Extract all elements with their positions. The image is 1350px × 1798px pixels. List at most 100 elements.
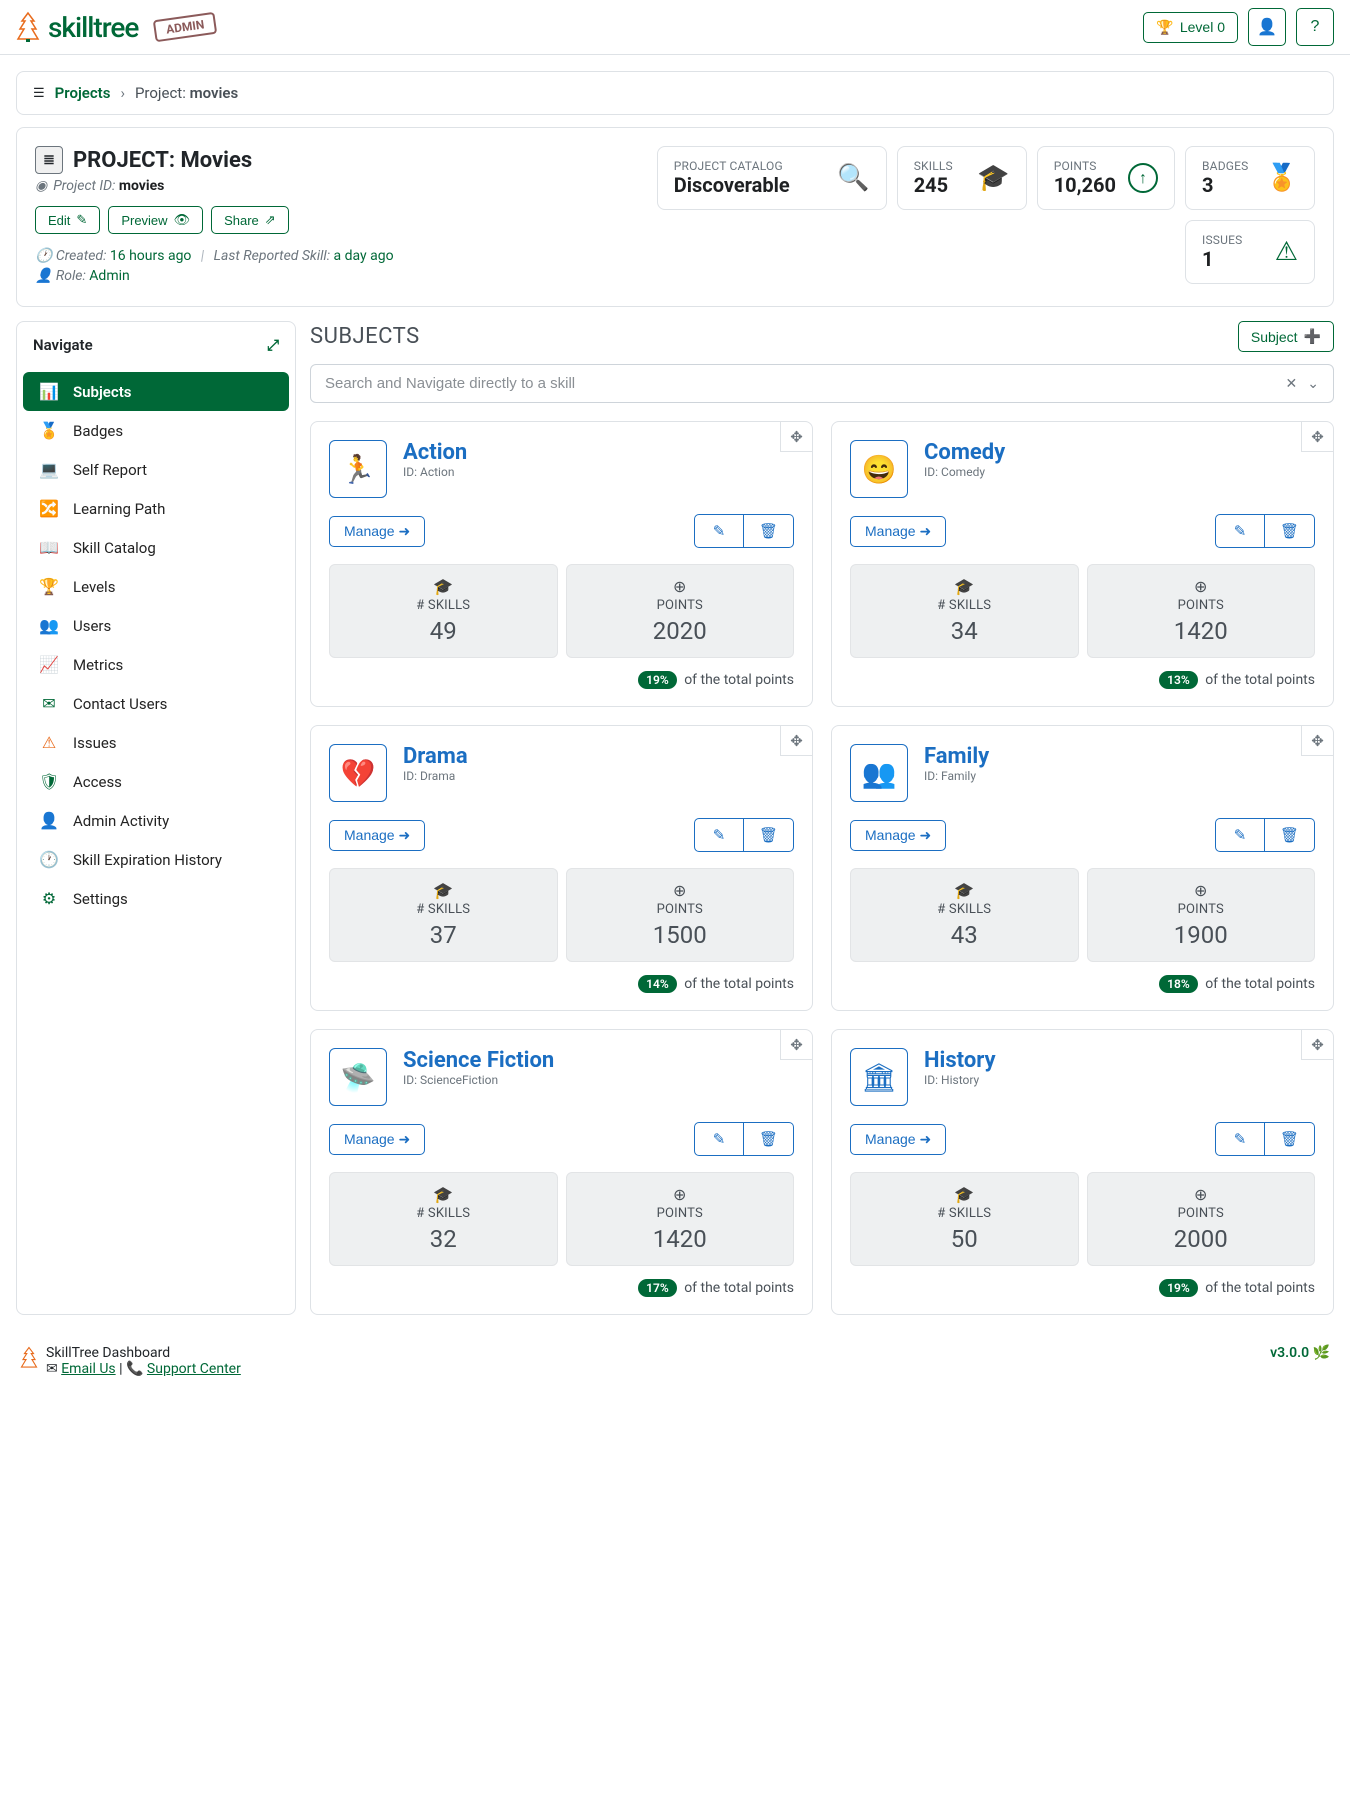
- delete-subject-button[interactable]: 🗑: [1265, 1122, 1315, 1156]
- arrow-up-circle-icon: ⊕: [1100, 577, 1303, 596]
- manage-button[interactable]: Manage ➜: [329, 516, 425, 547]
- stat-points: POINTS10,260 ↑: [1037, 146, 1175, 210]
- edit-subject-button[interactable]: ✎: [1215, 514, 1265, 548]
- drag-handle-icon[interactable]: ✥: [780, 1030, 812, 1060]
- add-subject-button[interactable]: Subject ➕: [1238, 321, 1334, 352]
- nav-item-icon: 📈: [39, 655, 59, 674]
- breadcrumb-root[interactable]: Projects: [55, 84, 111, 102]
- help-button[interactable]: ?: [1296, 8, 1334, 46]
- subject-id: ID: History: [924, 1073, 996, 1087]
- delete-subject-button[interactable]: 🗑: [1265, 818, 1315, 852]
- sidebar-item-access[interactable]: 🛡Access: [23, 762, 289, 801]
- edit-subject-button[interactable]: ✎: [694, 1122, 744, 1156]
- sidebar-item-metrics[interactable]: 📈 Metrics: [23, 645, 289, 684]
- breadcrumb-current: Project: movies: [135, 84, 238, 102]
- delete-subject-button[interactable]: 🗑: [744, 514, 794, 548]
- level-button[interactable]: 🏆 Level 0: [1143, 12, 1238, 43]
- edit-subject-button[interactable]: ✎: [1215, 1122, 1265, 1156]
- drag-handle-icon[interactable]: ✥: [1301, 726, 1333, 756]
- sidebar-item-admin-activity[interactable]: 👤Admin Activity: [23, 801, 289, 840]
- sidebar-item-contact-users[interactable]: ✉Contact Users: [23, 684, 289, 723]
- stat-skills: SKILLS245 🎓: [897, 146, 1027, 210]
- nav-item-label: Settings: [73, 890, 128, 908]
- footer-support-link[interactable]: Support Center: [147, 1361, 241, 1377]
- drag-handle-icon[interactable]: ✥: [1301, 422, 1333, 452]
- nav-item-label: Levels: [73, 578, 115, 596]
- fingerprint-icon: ◉: [35, 178, 47, 194]
- arrow-up-circle-icon: ⊕: [579, 1185, 782, 1204]
- collapse-icon[interactable]: ⤢: [267, 336, 279, 354]
- edit-subject-button[interactable]: ✎: [694, 818, 744, 852]
- sidebar-item-self-report[interactable]: 💻Self Report: [23, 450, 289, 489]
- drag-handle-icon[interactable]: ✥: [780, 726, 812, 756]
- delete-subject-button[interactable]: 🗑: [1265, 514, 1315, 548]
- admin-stamp: ADMIN: [153, 12, 218, 42]
- subject-card-action: ✥ 🏃 Action ID: Action Manage ➜ ✎ 🗑 🎓 # S…: [310, 421, 813, 707]
- chevron-down-icon[interactable]: ⌄: [1307, 376, 1319, 392]
- nav-item-icon: ⚙: [39, 889, 59, 908]
- logo[interactable]: skilltree ADMIN: [16, 11, 217, 44]
- edit-subject-button[interactable]: ✎: [1215, 818, 1265, 852]
- subject-title[interactable]: Drama: [403, 744, 468, 769]
- list-icon: ☰: [33, 86, 45, 101]
- manage-button[interactable]: Manage ➜: [329, 1124, 425, 1155]
- arrow-up-circle-icon: ⊕: [1100, 881, 1303, 900]
- nav-item-label: Access: [73, 773, 122, 791]
- edit-button[interactable]: Edit ✎: [35, 206, 100, 234]
- clear-icon[interactable]: ✕: [1286, 376, 1298, 392]
- subject-id: ID: ScienceFiction: [403, 1073, 554, 1087]
- drag-handle-icon[interactable]: ✥: [780, 422, 812, 452]
- manage-button[interactable]: Manage ➜: [850, 820, 946, 851]
- drag-handle-icon[interactable]: ✥: [1301, 1030, 1333, 1060]
- sidebar-item-settings[interactable]: ⚙ Settings: [23, 879, 289, 918]
- manage-button[interactable]: Manage ➜: [850, 516, 946, 547]
- warning-icon: ⚠: [1275, 237, 1298, 267]
- pct-summary: 17% of the total points: [329, 1280, 794, 1296]
- nav-item-icon: 👤: [39, 811, 59, 830]
- sidebar-item-skill-expiration-history[interactable]: 🕐Skill Expiration History: [23, 840, 289, 879]
- footer-logo-icon: [20, 1345, 38, 1371]
- sidebar-item-learning-path[interactable]: 🔀Learning Path: [23, 489, 289, 528]
- manage-button[interactable]: Manage ➜: [850, 1124, 946, 1155]
- arrow-up-circle-icon: ⊕: [1100, 1185, 1303, 1204]
- footer-email-link[interactable]: Email Us: [61, 1361, 115, 1377]
- share-button[interactable]: Share ⇗: [211, 206, 289, 234]
- skills-stat: 🎓 # SKILLS 32: [329, 1172, 558, 1266]
- subject-title[interactable]: Action: [403, 440, 467, 465]
- sidebar-item-subjects[interactable]: 📊Subjects: [23, 372, 289, 411]
- nav-item-icon: 🔀: [39, 499, 59, 518]
- subject-card-sciencefiction: ✥ 🛸 Science Fiction ID: ScienceFiction M…: [310, 1029, 813, 1315]
- preview-button[interactable]: Preview 👁: [108, 206, 203, 234]
- stat-badges: BADGES3 🏅: [1185, 146, 1315, 210]
- nav-item-label: Self Report: [73, 461, 147, 479]
- sidebar-item-badges[interactable]: 🏅Badges: [23, 411, 289, 450]
- pct-summary: 13% of the total points: [850, 672, 1315, 688]
- subject-title[interactable]: Science Fiction: [403, 1048, 554, 1073]
- subject-title[interactable]: Family: [924, 744, 989, 769]
- nav-item-label: Subjects: [73, 383, 131, 401]
- nav-item-label: Issues: [73, 734, 117, 752]
- graduation-cap-icon: 🎓: [977, 163, 1009, 193]
- delete-subject-button[interactable]: 🗑: [744, 1122, 794, 1156]
- sidebar-item-skill-catalog[interactable]: 📖Skill Catalog: [23, 528, 289, 567]
- subject-title[interactable]: History: [924, 1048, 996, 1073]
- nav-item-icon: 🏆: [39, 577, 59, 596]
- delete-subject-button[interactable]: 🗑: [744, 818, 794, 852]
- skills-stat: 🎓 # SKILLS 37: [329, 868, 558, 962]
- subject-card-family: ✥ 👥 Family ID: Family Manage ➜ ✎ 🗑 🎓 # S…: [831, 725, 1334, 1011]
- award-icon: 🏅: [1266, 163, 1298, 193]
- sidebar-item-levels[interactable]: 🏆 Levels: [23, 567, 289, 606]
- nav-item-label: Badges: [73, 422, 123, 440]
- skill-search[interactable]: ✕ ⌄: [310, 364, 1334, 403]
- nav-item-label: Metrics: [73, 656, 123, 674]
- subject-icon: 🏛: [850, 1048, 908, 1106]
- sidebar-item-users[interactable]: 👥Users: [23, 606, 289, 645]
- subject-title[interactable]: Comedy: [924, 440, 1005, 465]
- search-input[interactable]: [325, 375, 1276, 392]
- edit-subject-button[interactable]: ✎: [694, 514, 744, 548]
- manage-button[interactable]: Manage ➜: [329, 820, 425, 851]
- user-menu-button[interactable]: 👤: [1248, 8, 1286, 46]
- sidebar-item-issues[interactable]: ⚠Issues: [23, 723, 289, 762]
- nav-item-label: Skill Catalog: [73, 539, 156, 557]
- chevron-right-icon: ›: [120, 84, 125, 102]
